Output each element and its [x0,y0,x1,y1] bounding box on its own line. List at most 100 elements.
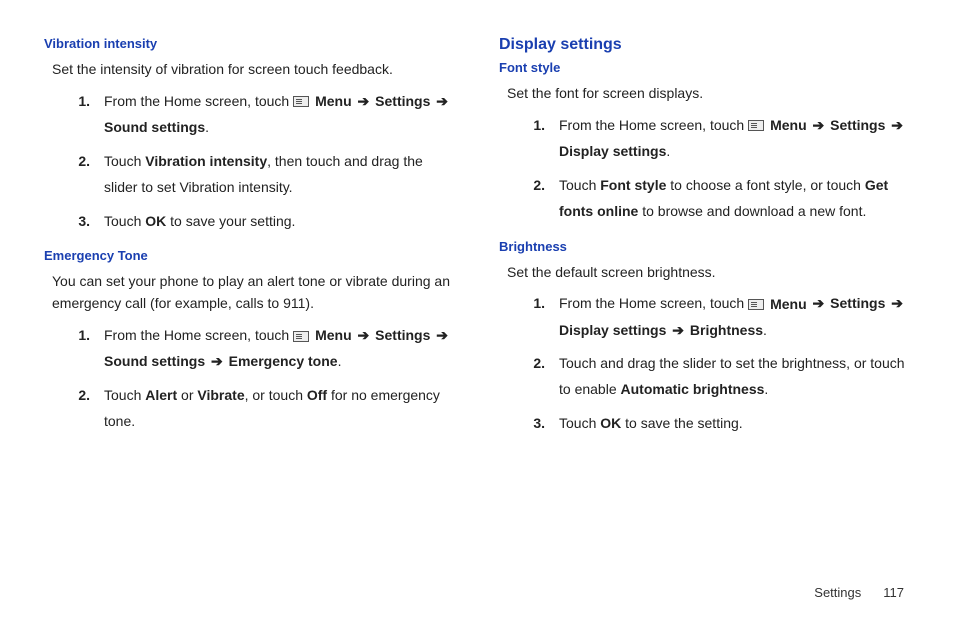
heading-emergency-tone: Emergency Tone [44,248,455,263]
step-number: 1. [72,89,90,141]
list-item: 3. Touch OK to save the setting. [527,411,910,437]
footer-section: Settings [814,585,861,600]
step-body: From the Home screen, touch Menu ➔ Setti… [559,291,910,343]
menu-label: Menu [315,323,352,349]
bold-term: Vibration intensity [145,153,267,169]
text: or [177,387,197,403]
text: to save your setting. [166,213,295,229]
text: From the Home screen, touch [104,93,293,109]
intro-vibration: Set the intensity of vibration for scree… [52,59,455,81]
bold-term: OK [600,415,621,431]
bold-term: Vibrate [197,387,244,403]
step-number: 2. [527,351,545,403]
intro-brightness: Set the default screen brightness. [507,262,910,284]
heading-display-settings: Display settings [499,36,910,54]
step-body: Touch Font style to choose a font style,… [559,173,910,225]
text: to choose a font style, or touch [666,177,864,193]
steps-font-style: 1. From the Home screen, touch Menu ➔ Se… [527,113,910,225]
path-segment: Sound settings [104,353,205,369]
step-body: Touch Vibration intensity, then touch an… [104,149,455,201]
text: to save the setting. [621,415,742,431]
text: From the Home screen, touch [559,295,748,311]
text: . [205,119,209,135]
text: Touch [559,415,600,431]
list-item: 1. From the Home screen, touch Menu ➔ Se… [72,89,455,141]
step-number: 1. [72,323,90,375]
arrow-icon: ➔ [811,295,827,311]
menu-label: Menu [770,292,807,318]
menu-icon [748,120,764,131]
intro-font-style: Set the font for screen displays. [507,83,910,105]
text: From the Home screen, touch [559,117,748,133]
menu-icon [293,96,309,107]
step-body: From the Home screen, touch Menu ➔ Setti… [559,113,910,165]
arrow-icon: ➔ [434,327,450,343]
heading-brightness: Brightness [499,239,910,254]
text: . [666,143,670,159]
step-number: 2. [527,173,545,225]
arrow-icon: ➔ [356,327,372,343]
arrow-icon: ➔ [356,93,372,109]
step-body: Touch OK to save the setting. [559,411,910,437]
heading-font-style: Font style [499,60,910,75]
path-segment: Settings [375,327,430,343]
text: From the Home screen, touch [104,327,293,343]
step-number: 1. [527,113,545,165]
list-item: 3. Touch OK to save your setting. [72,209,455,235]
menu-label: Menu [770,113,807,139]
step-number: 3. [72,209,90,235]
text: . [338,353,342,369]
text: . [763,322,767,338]
step-number: 3. [527,411,545,437]
steps-vibration: 1. From the Home screen, touch Menu ➔ Se… [72,89,455,235]
path-segment: Display settings [559,143,666,159]
step-number: 2. [72,383,90,435]
text: Touch [559,177,600,193]
step-body: From the Home screen, touch Menu ➔ Setti… [104,323,455,375]
heading-vibration-intensity: Vibration intensity [44,36,455,51]
arrow-icon: ➔ [670,322,686,338]
text: to browse and download a new font. [638,203,866,219]
steps-brightness: 1. From the Home screen, touch Menu ➔ Se… [527,291,910,437]
path-segment: Settings [830,117,885,133]
text: Touch [104,387,145,403]
step-number: 2. [72,149,90,201]
list-item: 1. From the Home screen, touch Menu ➔ Se… [527,291,910,343]
bold-term: OK [145,213,166,229]
path-segment: Emergency tone [229,353,338,369]
list-item: 2. Touch Font style to choose a font sty… [527,173,910,225]
left-column: Vibration intensity Set the intensity of… [44,36,455,451]
step-body: Touch and drag the slider to set the bri… [559,351,910,403]
intro-emergency: You can set your phone to play an alert … [52,271,455,314]
list-item: 2. Touch and drag the slider to set the … [527,351,910,403]
step-number: 1. [527,291,545,343]
step-body: From the Home screen, touch Menu ➔ Setti… [104,89,455,141]
menu-icon [293,331,309,342]
page-footer: Settings 117 [814,585,904,600]
text: . [764,381,768,397]
text: Touch [104,153,145,169]
arrow-icon: ➔ [889,295,905,311]
path-segment: Settings [830,295,885,311]
text: Touch [104,213,145,229]
bold-term: Off [307,387,327,403]
arrow-icon: ➔ [811,117,827,133]
step-body: Touch Alert or Vibrate, or touch Off for… [104,383,455,435]
path-segment: Settings [375,93,430,109]
list-item: 1. From the Home screen, touch Menu ➔ Se… [72,323,455,375]
footer-page-number: 117 [883,585,904,600]
bold-term: Alert [145,387,177,403]
menu-icon [748,299,764,310]
right-column: Display settings Font style Set the font… [499,36,910,451]
list-item: 2. Touch Vibration intensity, then touch… [72,149,455,201]
text: , or touch [245,387,307,403]
bold-term: Automatic brightness [621,381,765,397]
path-segment: Brightness [690,322,763,338]
arrow-icon: ➔ [434,93,450,109]
bold-term: Font style [600,177,666,193]
path-segment: Display settings [559,322,666,338]
arrow-icon: ➔ [209,353,225,369]
list-item: 1. From the Home screen, touch Menu ➔ Se… [527,113,910,165]
menu-label: Menu [315,89,352,115]
step-body: Touch OK to save your setting. [104,209,455,235]
